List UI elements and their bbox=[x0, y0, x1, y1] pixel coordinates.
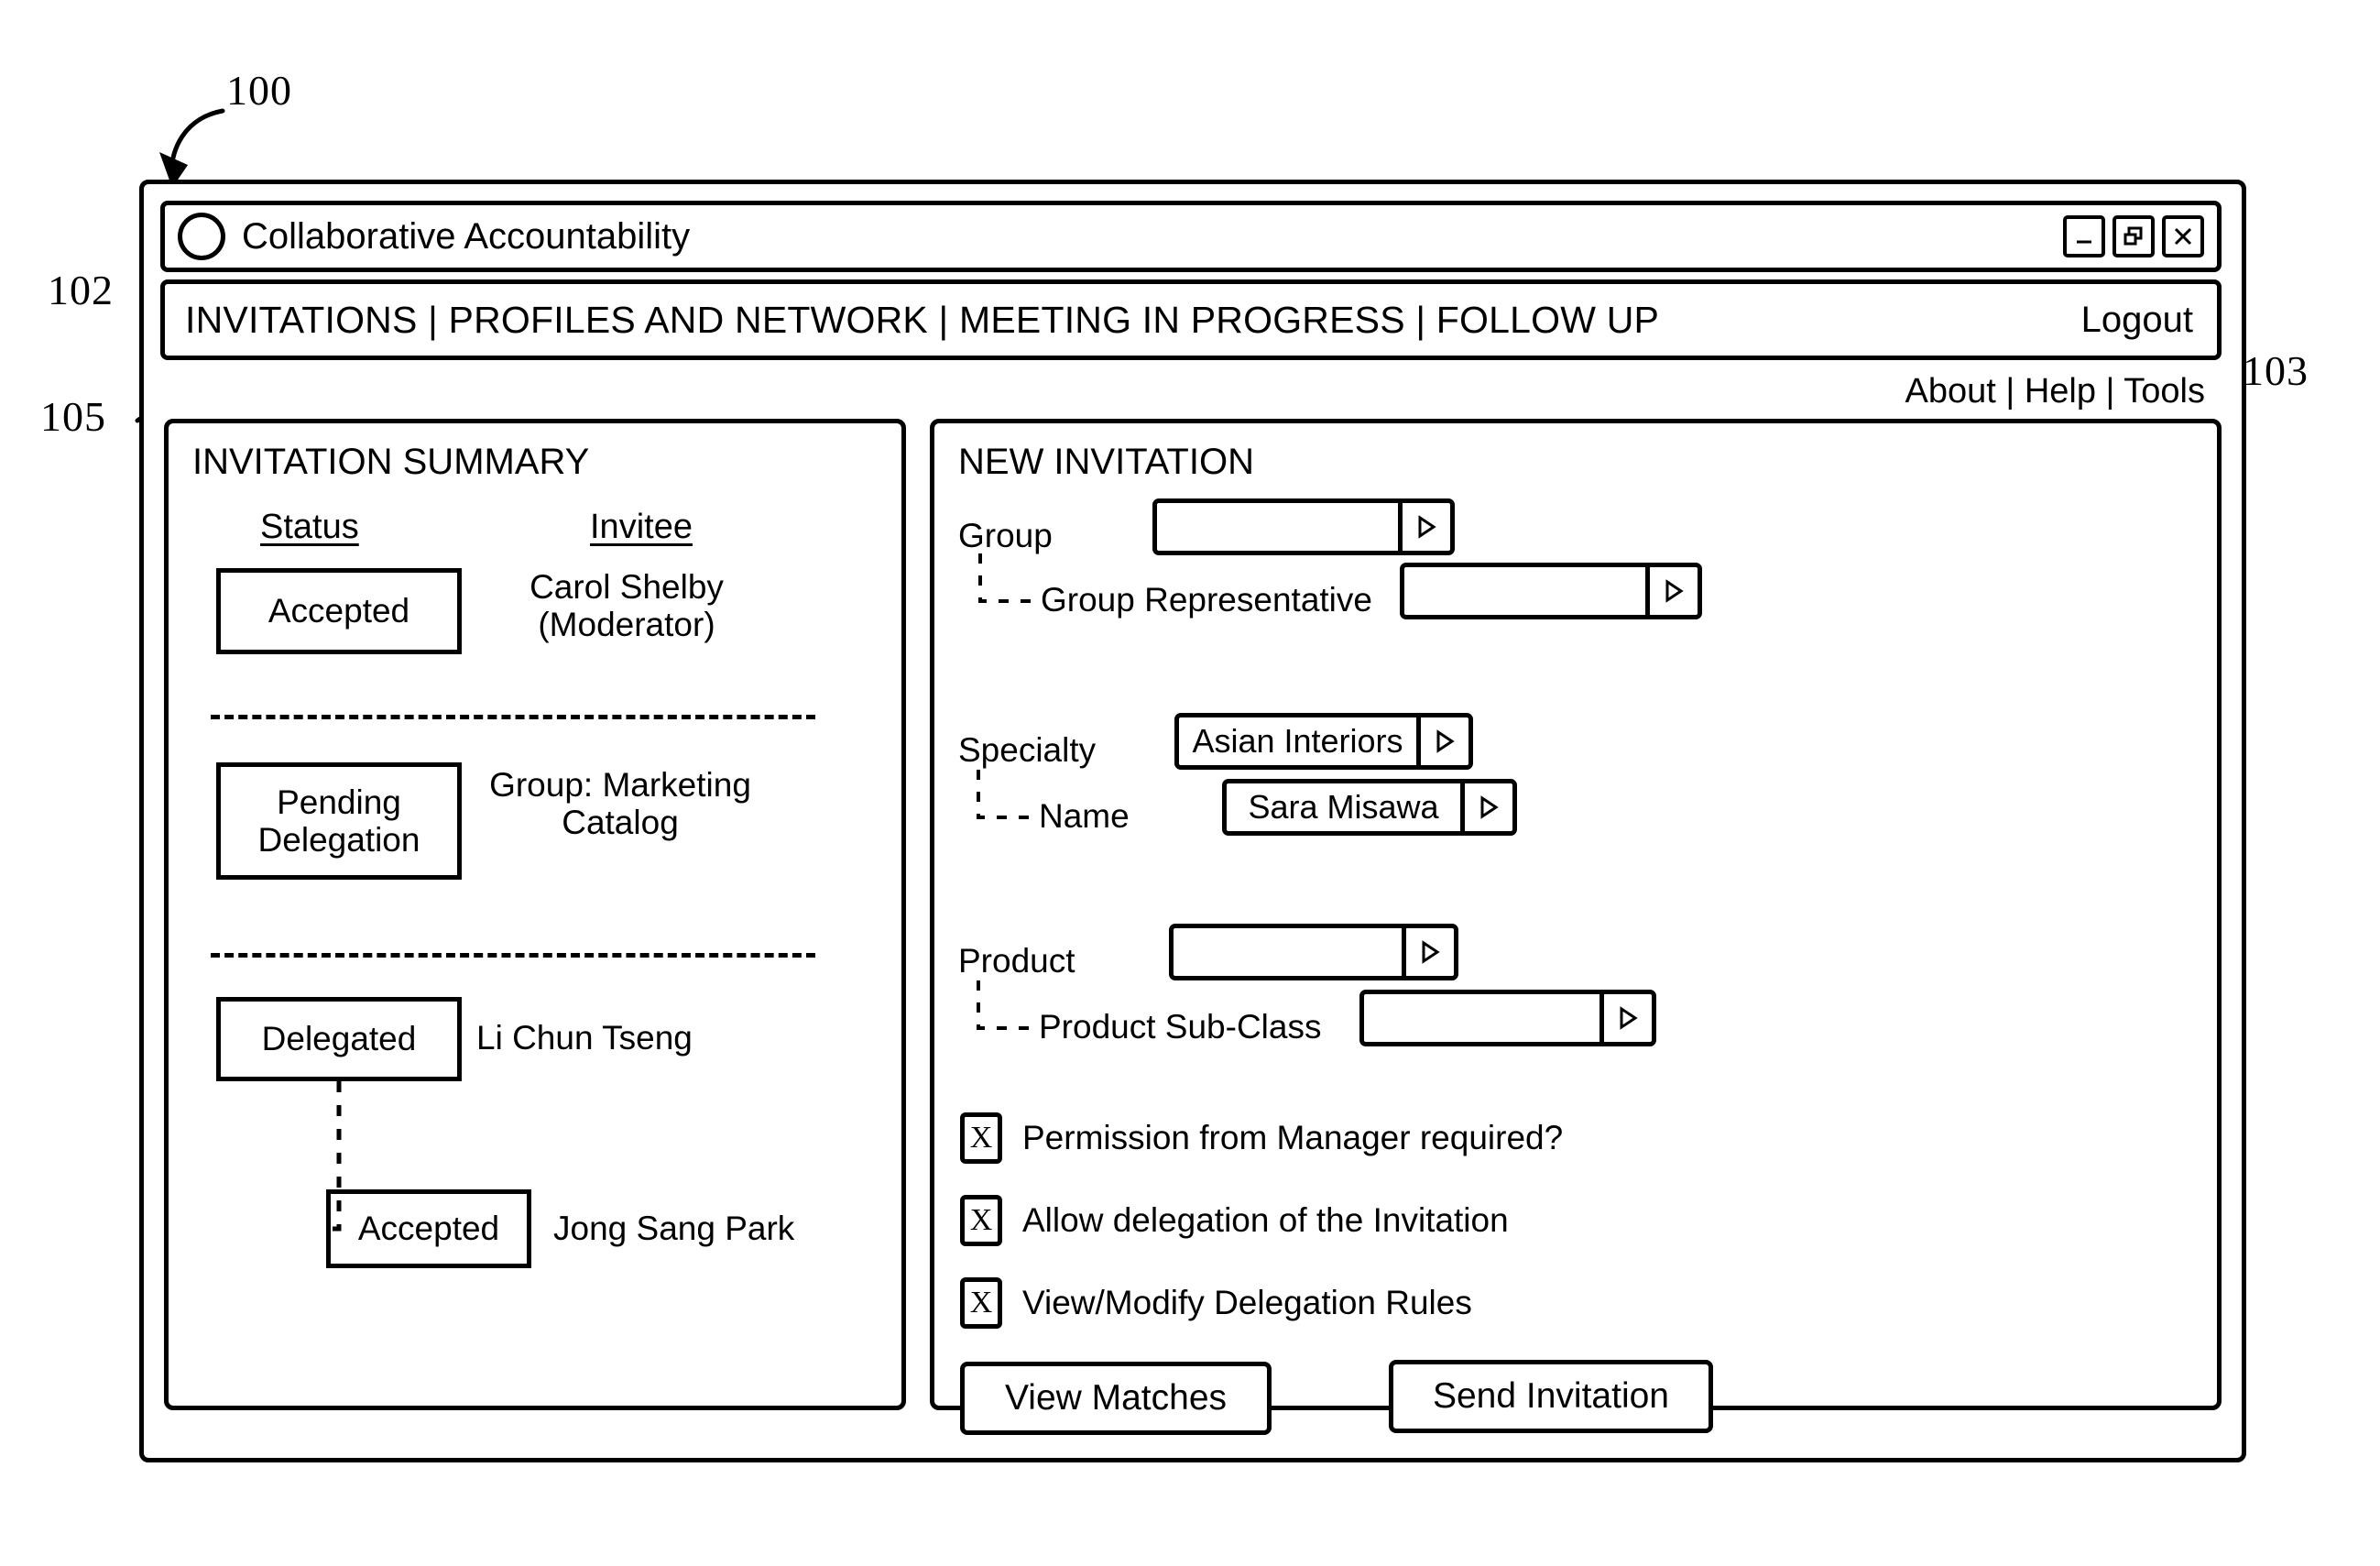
minimize-button[interactable] bbox=[2063, 215, 2105, 257]
menu-bar: INVITATIONS | PROFILES AND NETWORK | MEE… bbox=[160, 279, 2222, 360]
product-subclass-combobox[interactable] bbox=[1359, 990, 1656, 1046]
minimize-icon bbox=[2077, 240, 2091, 244]
callout-102: 102 bbox=[48, 267, 114, 313]
restore-icon bbox=[2123, 226, 2143, 246]
logout-link[interactable]: Logout bbox=[2081, 300, 2193, 341]
window-title: Collaborative Accountability bbox=[242, 215, 691, 257]
product-subclass-combobox-arrow[interactable] bbox=[1599, 994, 1652, 1042]
secondary-nav[interactable]: About | Help | Tools bbox=[1905, 372, 2205, 411]
checkbox-row-permission[interactable]: X Permission from Manager required? bbox=[960, 1112, 1563, 1164]
menu-items[interactable]: INVITATIONS | PROFILES AND NETWORK | MEE… bbox=[185, 299, 1659, 342]
product-subfield-connector bbox=[977, 980, 1033, 1030]
permission-checkbox[interactable]: X bbox=[960, 1112, 1002, 1164]
field-label-product-sub-class: Product Sub-Class bbox=[1039, 1008, 1322, 1046]
permission-checkbox-label: Permission from Manager required? bbox=[1022, 1119, 1564, 1156]
figure-canvas: 100 102 103 105 110 115 120 125 130 135 … bbox=[0, 0, 2380, 1566]
view-matches-button[interactable]: View Matches bbox=[960, 1362, 1272, 1435]
window-controls bbox=[2063, 215, 2204, 257]
restore-button[interactable] bbox=[2113, 215, 2155, 257]
invitation-summary-panel: INVITATION SUMMARY Status Invitee Accept… bbox=[164, 419, 906, 1410]
callout-103: 103 bbox=[2243, 347, 2309, 394]
close-button[interactable] bbox=[2162, 215, 2204, 257]
allow-delegation-checkbox[interactable]: X bbox=[960, 1195, 1002, 1246]
application-window: Collaborative Accountability INVITATIONS… bbox=[139, 180, 2246, 1462]
view-modify-rules-checkbox[interactable]: X bbox=[960, 1277, 1002, 1329]
product-subclass-combobox-value bbox=[1364, 994, 1599, 1042]
callout-105: 105 bbox=[40, 393, 106, 440]
callout-100: 100 bbox=[226, 67, 292, 114]
new-invitation-panel: NEW INVITATION Group Group Representativ… bbox=[930, 419, 2222, 1435]
circle-logo-icon bbox=[178, 213, 225, 260]
view-modify-rules-checkbox-label: View/Modify Delegation Rules bbox=[1022, 1284, 1472, 1321]
triangle-right-icon bbox=[1620, 1006, 1638, 1030]
close-icon bbox=[2174, 227, 2192, 246]
send-invitation-button[interactable]: Send Invitation bbox=[1389, 1360, 1713, 1433]
title-bar: Collaborative Accountability bbox=[160, 201, 2222, 272]
checkbox-row-allow-delegation[interactable]: X Allow delegation of the Invitation bbox=[960, 1195, 1509, 1246]
checkbox-row-view-modify-rules[interactable]: X View/Modify Delegation Rules bbox=[960, 1277, 1472, 1329]
delegation-connector bbox=[326, 1081, 342, 1232]
allow-delegation-checkbox-label: Allow delegation of the Invitation bbox=[1022, 1201, 1509, 1239]
